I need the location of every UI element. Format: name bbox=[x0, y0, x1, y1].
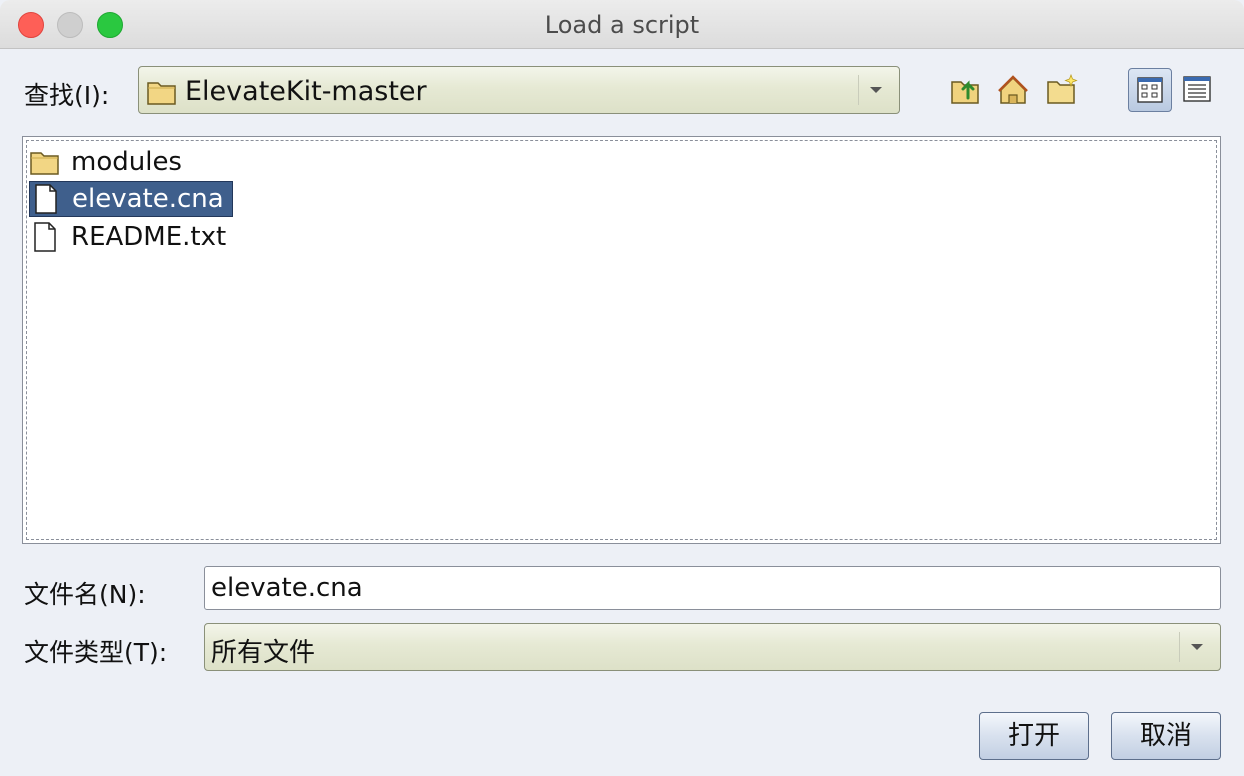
list-item-file-selected[interactable]: elevate.cna bbox=[29, 181, 233, 217]
filetype-combobox[interactable]: 所有文件 bbox=[204, 623, 1221, 671]
list-view-icon bbox=[1137, 77, 1163, 103]
filetype-label: 文件类型(T): bbox=[24, 638, 168, 667]
lookin-dropdown-button[interactable] bbox=[858, 75, 893, 105]
document-icon bbox=[30, 184, 62, 214]
lookin-combobox[interactable]: ElevateKit-master bbox=[138, 66, 900, 114]
list-item-file[interactable]: README.txt bbox=[29, 220, 234, 254]
list-item-folder[interactable]: modules bbox=[29, 145, 190, 179]
title-bar[interactable]: Load a script bbox=[0, 0, 1244, 49]
up-folder-icon[interactable] bbox=[948, 72, 984, 108]
window-title: Load a script bbox=[544, 11, 700, 39]
cancel-button[interactable]: 取消 bbox=[1111, 712, 1221, 760]
lookin-value: ElevateKit-master bbox=[185, 76, 427, 107]
filetype-value: 所有文件 bbox=[211, 638, 316, 668]
lookin-label: 查找(I): bbox=[24, 81, 110, 110]
filetype-dropdown-button[interactable] bbox=[1179, 632, 1214, 662]
file-chooser-dialog: Load a script 查找(I): ElevateKit-master m… bbox=[0, 0, 1244, 776]
file-name: README.txt bbox=[71, 222, 227, 252]
document-icon bbox=[29, 222, 61, 252]
filename-label: 文件名(N): bbox=[24, 580, 146, 609]
folder-icon bbox=[147, 79, 177, 109]
open-button[interactable]: 打开 bbox=[979, 712, 1089, 760]
chevron-down-icon bbox=[1191, 644, 1203, 650]
details-view-icon bbox=[1183, 76, 1211, 102]
list-view-button[interactable] bbox=[1128, 68, 1172, 112]
details-view-button[interactable] bbox=[1176, 68, 1220, 112]
home-icon[interactable] bbox=[995, 72, 1031, 108]
filename-field-box[interactable] bbox=[204, 566, 1221, 610]
file-name: elevate.cna bbox=[72, 184, 224, 214]
new-folder-icon[interactable] bbox=[1044, 72, 1080, 108]
file-list[interactable]: modules elevate.cna README.txt bbox=[22, 136, 1221, 544]
folder-icon bbox=[29, 149, 61, 175]
filename-input[interactable] bbox=[211, 571, 1201, 605]
chevron-down-icon bbox=[870, 87, 882, 93]
file-name: modules bbox=[71, 147, 182, 177]
